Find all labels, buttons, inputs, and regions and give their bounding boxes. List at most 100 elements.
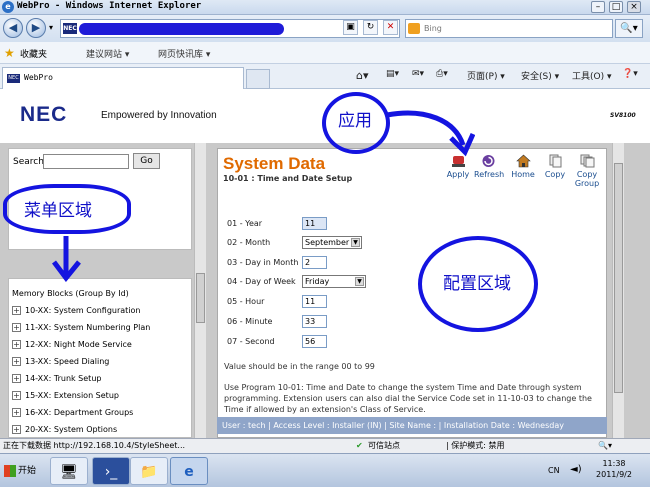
page-menu[interactable]: 页面(P) ▾ (467, 69, 505, 82)
range-note: Value should be in the range 00 to 99 (224, 362, 375, 371)
expand-icon[interactable]: + (12, 323, 21, 332)
copy-group-icon (580, 154, 594, 168)
maximize-button[interactable]: □ (609, 1, 623, 13)
loading-status: 正在下载数据 http://192.168.10.4/StyleSheet... (3, 441, 186, 450)
ie-logo-icon: e (2, 1, 14, 13)
tab-favicon-icon: NEC (7, 74, 20, 83)
menu-search-input[interactable] (43, 154, 129, 169)
copy-button[interactable]: Copy (541, 154, 569, 179)
feeds-icon[interactable]: ▤▾ (386, 69, 399, 79)
tree-item[interactable]: +14-XX: Trunk Setup (12, 374, 101, 383)
year-input[interactable]: 11 (302, 217, 327, 230)
scroll-thumb[interactable] (614, 163, 623, 393)
volume-icon[interactable]: ◄) (570, 464, 582, 475)
day-of-week-select[interactable]: Friday ▼ (302, 275, 366, 288)
search-field[interactable]: Bing (405, 19, 613, 38)
second-input[interactable]: 56 (302, 335, 327, 348)
tree-item[interactable]: +13-XX: Speed Dialing (12, 357, 109, 366)
chevron-down-icon[interactable]: ▼ (351, 238, 360, 247)
favorites-label[interactable]: 收藏夹 (20, 47, 47, 60)
print-icon[interactable]: ⎙▾ (436, 69, 448, 79)
field-label-year: 01 - Year (227, 219, 263, 228)
home-button[interactable]: Home (509, 154, 537, 179)
field-label-month: 02 - Month (227, 238, 271, 247)
apply-annotation-label: 应用 (338, 111, 372, 131)
page-subtitle: 10-01 : Time and Date Setup (223, 174, 353, 183)
tree-item-label[interactable]: 11-XX: System Numbering Plan (25, 323, 150, 332)
help-icon[interactable]: ❓▾ (622, 69, 638, 79)
fav-suggested-sites[interactable]: 建议网站 ▾ (86, 47, 129, 60)
apply-label: Apply (446, 170, 470, 179)
tree-item-label[interactable]: 14-XX: Trunk Setup (25, 374, 101, 383)
mail-icon[interactable]: ✉▾ (412, 69, 424, 79)
fav-web-slice-gallery[interactable]: 网页快讯库 ▾ (158, 47, 210, 60)
server-manager-icon[interactable]: 🖥 (50, 457, 88, 485)
language-indicator[interactable]: CN (548, 466, 560, 475)
tree-item-label[interactable]: 20-XX: System Options (25, 425, 117, 434)
expand-icon[interactable]: + (12, 340, 21, 349)
expand-icon[interactable]: + (12, 357, 21, 366)
model-label: SV8100 (610, 112, 636, 119)
explorer-folder-icon[interactable]: 📁 (130, 457, 168, 485)
expand-icon[interactable]: + (12, 408, 21, 417)
tree-item[interactable]: +20-XX: System Options (12, 425, 117, 434)
powershell-icon[interactable]: ›_ (92, 457, 130, 485)
history-dropdown-icon[interactable]: ▾ (49, 23, 53, 32)
safety-menu[interactable]: 安全(S) ▾ (521, 69, 559, 82)
month-value: September (305, 238, 350, 247)
menu-arrow-icon (52, 236, 81, 282)
tree-item[interactable]: +11-XX: System Numbering Plan (12, 323, 150, 332)
start-button[interactable]: 开始 (2, 459, 42, 483)
clock[interactable]: 11:38 2011/9/2 (586, 458, 642, 480)
internet-explorer-icon[interactable]: e (170, 457, 208, 485)
expand-icon[interactable]: + (12, 306, 21, 315)
tree-item[interactable]: +16-XX: Department Groups (12, 408, 133, 417)
hour-input[interactable]: 11 (302, 295, 327, 308)
field-label-minute: 06 - Minute (227, 317, 273, 326)
month-select[interactable]: September ▼ (302, 236, 362, 249)
stop-icon[interactable]: ✕ (383, 20, 398, 35)
day-in-month-input[interactable]: 2 (302, 256, 327, 269)
config-annotation-label: 配置区域 (443, 274, 511, 294)
expand-icon[interactable]: + (12, 391, 21, 400)
favorites-bar: ★ 收藏夹 建议网站 ▾ 网页快讯库 ▾ (0, 42, 650, 64)
tools-menu[interactable]: 工具(O) ▾ (572, 69, 612, 82)
tree-item[interactable]: +15-XX: Extension Setup (12, 391, 119, 400)
back-icon[interactable]: ◀ (3, 18, 23, 38)
bing-icon (408, 23, 420, 34)
close-button[interactable]: × (627, 1, 641, 13)
config-panel: System Data 10-01 : Time and Date Setup … (217, 148, 607, 438)
tab-webpro[interactable]: NEC WebPro (2, 67, 244, 89)
home-icon[interactable]: ⌂▾ (356, 69, 369, 82)
tree-item[interactable]: +12-XX: Night Mode Service (12, 340, 132, 349)
copy-group-button[interactable]: Copy Group (573, 154, 601, 188)
tab-label: WebPro (24, 73, 53, 82)
expand-icon[interactable]: + (12, 425, 21, 434)
config-scrollbar[interactable] (612, 143, 624, 438)
tree-item-label[interactable]: 10-XX: System Configuration (25, 306, 141, 315)
tree-item-label[interactable]: 12-XX: Night Mode Service (25, 340, 132, 349)
new-tab-button[interactable] (246, 69, 270, 89)
zoom-icon[interactable]: 🔍▾ (598, 439, 612, 452)
refresh-icon[interactable]: ↻ (363, 20, 378, 35)
minute-input[interactable]: 33 (302, 315, 327, 328)
menu-search-go-button[interactable]: Go (133, 153, 160, 169)
tree-item-label[interactable]: 16-XX: Department Groups (25, 408, 133, 417)
tree-item-label[interactable]: 15-XX: Extension Setup (25, 391, 119, 400)
forward-icon[interactable]: ▶ (26, 18, 46, 38)
search-button[interactable]: 🔍▾ (615, 19, 643, 38)
menu-scrollbar[interactable] (194, 143, 206, 438)
tree-item[interactable]: +10-XX: System Configuration (12, 306, 141, 315)
field-label-day-of-week: 04 - Day of Week (227, 277, 296, 286)
compat-view-icon[interactable]: ▣ (343, 20, 358, 35)
field-label-second: 07 - Second (227, 337, 275, 346)
help-text: Use Program 10-01: Time and Date to chan… (224, 383, 592, 414)
security-zone[interactable]: 可信站点 (368, 439, 400, 452)
expand-icon[interactable]: + (12, 374, 21, 383)
refresh-button[interactable]: Refresh (474, 154, 504, 179)
tree-item-label[interactable]: 13-XX: Speed Dialing (25, 357, 109, 366)
minimize-button[interactable]: – (591, 1, 605, 13)
chevron-down-icon[interactable]: ▼ (355, 277, 364, 286)
favorites-star-icon[interactable]: ★ (4, 46, 15, 60)
scroll-thumb[interactable] (196, 273, 205, 323)
